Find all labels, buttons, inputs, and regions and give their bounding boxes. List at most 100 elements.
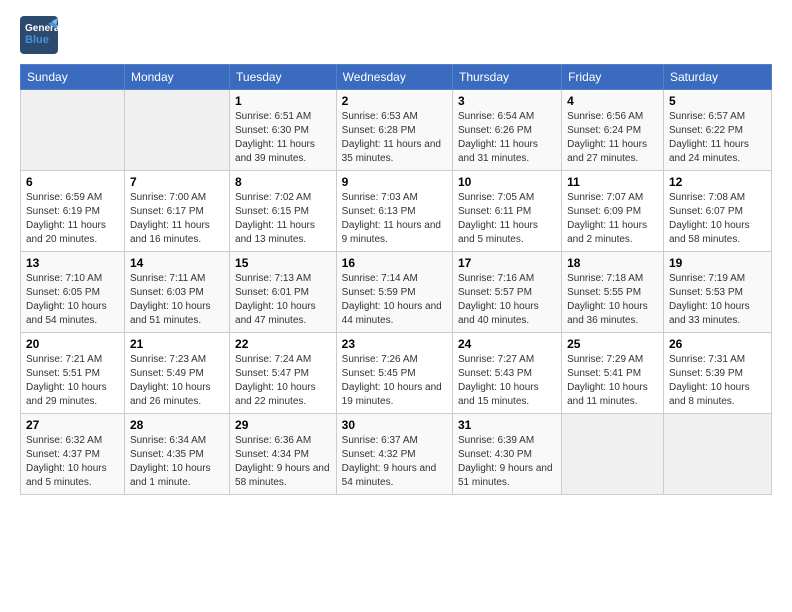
- week-row-4: 20 Sunrise: 7:21 AM Sunset: 5:51 PM Dayli…: [21, 333, 772, 414]
- day-info: Sunrise: 6:53 AM Sunset: 6:28 PM Dayligh…: [342, 110, 447, 166]
- day-number: 29: [235, 418, 331, 432]
- day-number: 1: [235, 94, 331, 108]
- day-info: Sunrise: 7:29 AM Sunset: 5:41 PM Dayligh…: [567, 353, 658, 409]
- day-number: 19: [669, 256, 766, 270]
- day-number: 14: [130, 256, 224, 270]
- day-info: Sunrise: 6:37 AM Sunset: 4:32 PM Dayligh…: [342, 434, 447, 490]
- day-number: 13: [26, 256, 119, 270]
- day-number: 4: [567, 94, 658, 108]
- day-cell: 5 Sunrise: 6:57 AM Sunset: 6:22 PM Daylig…: [663, 90, 771, 171]
- day-number: 16: [342, 256, 447, 270]
- day-info: Sunrise: 7:07 AM Sunset: 6:09 PM Dayligh…: [567, 191, 658, 247]
- day-cell: 28 Sunrise: 6:34 AM Sunset: 4:35 PM Dayli…: [124, 414, 229, 495]
- day-cell: 23 Sunrise: 7:26 AM Sunset: 5:45 PM Dayli…: [336, 333, 452, 414]
- week-row-3: 13 Sunrise: 7:10 AM Sunset: 6:05 PM Dayli…: [21, 252, 772, 333]
- day-cell: 12 Sunrise: 7:08 AM Sunset: 6:07 PM Dayli…: [663, 171, 771, 252]
- day-cell: 14 Sunrise: 7:11 AM Sunset: 6:03 PM Dayli…: [124, 252, 229, 333]
- day-info: Sunrise: 6:36 AM Sunset: 4:34 PM Dayligh…: [235, 434, 331, 490]
- day-info: Sunrise: 6:57 AM Sunset: 6:22 PM Dayligh…: [669, 110, 766, 166]
- day-info: Sunrise: 7:21 AM Sunset: 5:51 PM Dayligh…: [26, 353, 119, 409]
- day-number: 5: [669, 94, 766, 108]
- day-cell: 7Sunrise: 7:00 AM Sunset: 6:17 PM Daylig…: [124, 171, 229, 252]
- day-number: 23: [342, 337, 447, 351]
- day-cell: 20 Sunrise: 7:21 AM Sunset: 5:51 PM Dayli…: [21, 333, 125, 414]
- day-info: Sunrise: 7:31 AM Sunset: 5:39 PM Dayligh…: [669, 353, 766, 409]
- header: General Blue: [20, 16, 772, 54]
- day-info: Sunrise: 6:51 AM Sunset: 6:30 PM Dayligh…: [235, 110, 331, 166]
- day-number: 6: [26, 175, 119, 189]
- day-cell: 17 Sunrise: 7:16 AM Sunset: 5:57 PM Dayli…: [453, 252, 562, 333]
- day-number: 28: [130, 418, 224, 432]
- day-number: 20: [26, 337, 119, 351]
- day-number: 3: [458, 94, 556, 108]
- weekday-header-monday: Monday: [124, 65, 229, 90]
- weekday-header-saturday: Saturday: [663, 65, 771, 90]
- day-info: Sunrise: 7:02 AM Sunset: 6:15 PM Dayligh…: [235, 191, 331, 247]
- day-info: Sunrise: 7:10 AM Sunset: 6:05 PM Dayligh…: [26, 272, 119, 328]
- weekday-header-row: SundayMondayTuesdayWednesdayThursdayFrid…: [21, 65, 772, 90]
- weekday-header-sunday: Sunday: [21, 65, 125, 90]
- day-cell: 30 Sunrise: 6:37 AM Sunset: 4:32 PM Dayli…: [336, 414, 452, 495]
- page: General Blue SundayMondayTuesdayWednesda…: [0, 0, 792, 511]
- day-info: Sunrise: 7:13 AM Sunset: 6:01 PM Dayligh…: [235, 272, 331, 328]
- day-info: Sunrise: 7:18 AM Sunset: 5:55 PM Dayligh…: [567, 272, 658, 328]
- day-number: 18: [567, 256, 658, 270]
- day-info: Sunrise: 7:23 AM Sunset: 5:49 PM Dayligh…: [130, 353, 224, 409]
- day-cell: 26 Sunrise: 7:31 AM Sunset: 5:39 PM Dayli…: [663, 333, 771, 414]
- day-number: 10: [458, 175, 556, 189]
- day-number: 15: [235, 256, 331, 270]
- day-cell: [562, 414, 664, 495]
- day-number: 30: [342, 418, 447, 432]
- day-cell: 19 Sunrise: 7:19 AM Sunset: 5:53 PM Dayli…: [663, 252, 771, 333]
- day-cell: 13 Sunrise: 7:10 AM Sunset: 6:05 PM Dayli…: [21, 252, 125, 333]
- day-info: Sunrise: 7:08 AM Sunset: 6:07 PM Dayligh…: [669, 191, 766, 247]
- day-number: 31: [458, 418, 556, 432]
- weekday-header-friday: Friday: [562, 65, 664, 90]
- day-info: Sunrise: 7:26 AM Sunset: 5:45 PM Dayligh…: [342, 353, 447, 409]
- day-info: Sunrise: 7:03 AM Sunset: 6:13 PM Dayligh…: [342, 191, 447, 247]
- day-cell: 3 Sunrise: 6:54 AM Sunset: 6:26 PM Daylig…: [453, 90, 562, 171]
- week-row-5: 27 Sunrise: 6:32 AM Sunset: 4:37 PM Dayli…: [21, 414, 772, 495]
- day-number: 25: [567, 337, 658, 351]
- logo: General Blue: [20, 16, 58, 54]
- weekday-header-thursday: Thursday: [453, 65, 562, 90]
- day-info: Sunrise: 6:59 AM Sunset: 6:19 PM Dayligh…: [26, 191, 119, 247]
- day-info: Sunrise: 6:32 AM Sunset: 4:37 PM Dayligh…: [26, 434, 119, 490]
- day-info: Sunrise: 6:39 AM Sunset: 4:30 PM Dayligh…: [458, 434, 556, 490]
- day-info: Sunrise: 7:00 AM Sunset: 6:17 PM Dayligh…: [130, 191, 224, 247]
- day-info: Sunrise: 6:54 AM Sunset: 6:26 PM Dayligh…: [458, 110, 556, 166]
- day-info: Sunrise: 7:11 AM Sunset: 6:03 PM Dayligh…: [130, 272, 224, 328]
- day-info: Sunrise: 6:56 AM Sunset: 6:24 PM Dayligh…: [567, 110, 658, 166]
- day-number: 12: [669, 175, 766, 189]
- day-cell: 8Sunrise: 7:02 AM Sunset: 6:15 PM Daylig…: [230, 171, 337, 252]
- day-cell: 4 Sunrise: 6:56 AM Sunset: 6:24 PM Daylig…: [562, 90, 664, 171]
- day-number: 26: [669, 337, 766, 351]
- day-number: 27: [26, 418, 119, 432]
- day-info: Sunrise: 7:16 AM Sunset: 5:57 PM Dayligh…: [458, 272, 556, 328]
- svg-text:Blue: Blue: [25, 34, 49, 46]
- weekday-header-tuesday: Tuesday: [230, 65, 337, 90]
- day-cell: 27 Sunrise: 6:32 AM Sunset: 4:37 PM Dayli…: [21, 414, 125, 495]
- day-number: 17: [458, 256, 556, 270]
- day-cell: 29 Sunrise: 6:36 AM Sunset: 4:34 PM Dayli…: [230, 414, 337, 495]
- logo-icon: General Blue: [20, 16, 58, 54]
- day-cell: 25 Sunrise: 7:29 AM Sunset: 5:41 PM Dayli…: [562, 333, 664, 414]
- day-info: Sunrise: 6:34 AM Sunset: 4:35 PM Dayligh…: [130, 434, 224, 490]
- day-info: Sunrise: 7:19 AM Sunset: 5:53 PM Dayligh…: [669, 272, 766, 328]
- day-info: Sunrise: 7:27 AM Sunset: 5:43 PM Dayligh…: [458, 353, 556, 409]
- day-cell: 1 Sunrise: 6:51 AM Sunset: 6:30 PM Daylig…: [230, 90, 337, 171]
- day-cell: 24Sunrise: 7:27 AM Sunset: 5:43 PM Dayli…: [453, 333, 562, 414]
- week-row-2: 6 Sunrise: 6:59 AM Sunset: 6:19 PM Daylig…: [21, 171, 772, 252]
- day-number: 21: [130, 337, 224, 351]
- day-number: 2: [342, 94, 447, 108]
- week-row-1: 1 Sunrise: 6:51 AM Sunset: 6:30 PM Daylig…: [21, 90, 772, 171]
- weekday-header-wednesday: Wednesday: [336, 65, 452, 90]
- day-cell: 9Sunrise: 7:03 AM Sunset: 6:13 PM Daylig…: [336, 171, 452, 252]
- day-info: Sunrise: 7:05 AM Sunset: 6:11 PM Dayligh…: [458, 191, 556, 247]
- day-number: 22: [235, 337, 331, 351]
- day-cell: 11Sunrise: 7:07 AM Sunset: 6:09 PM Dayli…: [562, 171, 664, 252]
- day-cell: 10 Sunrise: 7:05 AM Sunset: 6:11 PM Dayli…: [453, 171, 562, 252]
- day-cell: 21 Sunrise: 7:23 AM Sunset: 5:49 PM Dayli…: [124, 333, 229, 414]
- day-cell: 31 Sunrise: 6:39 AM Sunset: 4:30 PM Dayli…: [453, 414, 562, 495]
- day-info: Sunrise: 7:24 AM Sunset: 5:47 PM Dayligh…: [235, 353, 331, 409]
